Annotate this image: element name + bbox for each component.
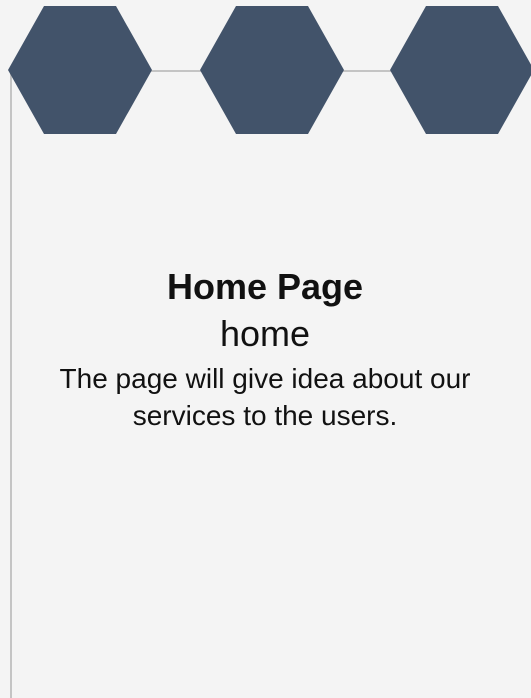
left-connector-line [10, 70, 12, 698]
diagram-card: Home Page home The page will give idea a… [0, 0, 531, 698]
page-title: Home Page [166, 266, 364, 307]
hexagon-3 [390, 6, 531, 134]
hexagon-2 [200, 6, 344, 134]
hexagon-shape-2 [200, 6, 344, 134]
hexagon-shape-3 [390, 6, 531, 134]
hexagon-1 [8, 6, 152, 134]
card-content: Home Page home The page will give idea a… [40, 262, 490, 434]
page-subtitle: home [219, 313, 311, 354]
hexagon-shape-1 [8, 6, 152, 134]
page-description: The page will give idea about our servic… [59, 363, 471, 431]
